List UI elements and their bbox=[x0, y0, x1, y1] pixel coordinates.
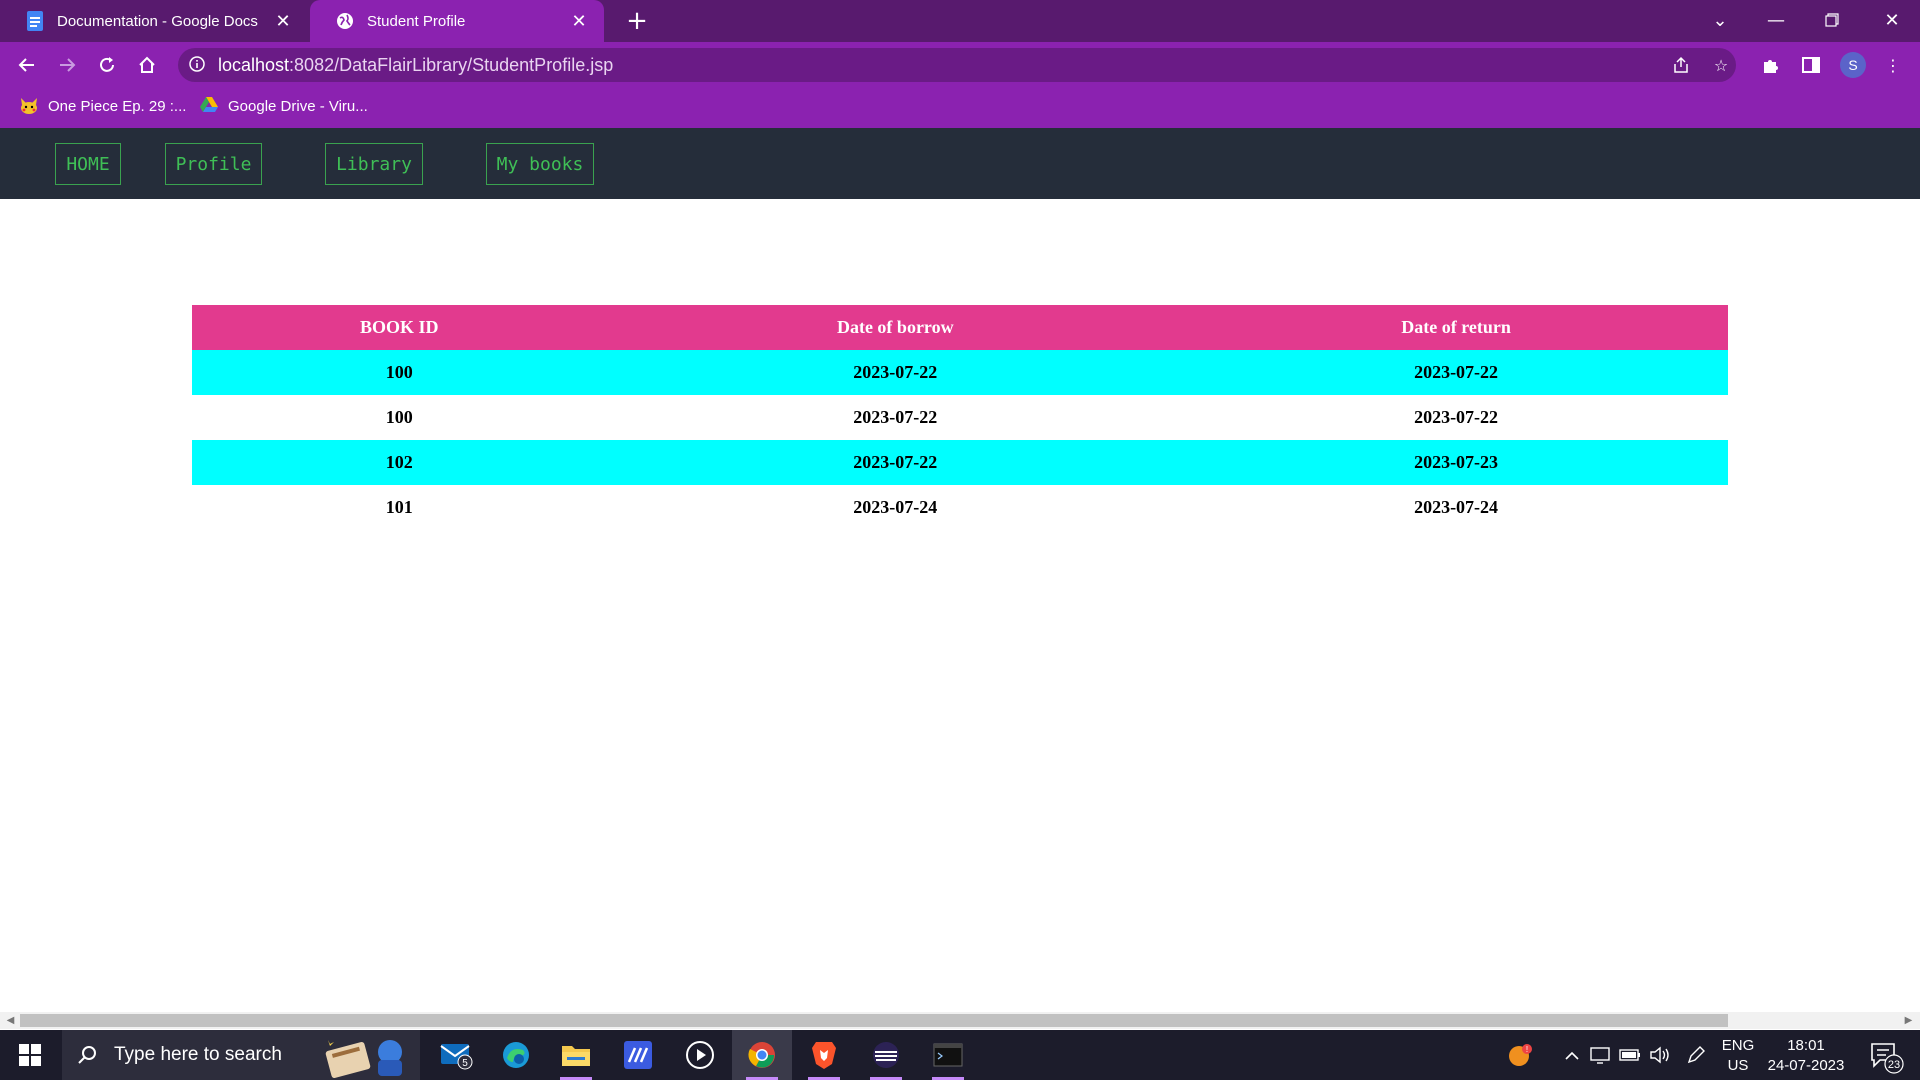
search-placeholder: Type here to search bbox=[114, 1044, 282, 1065]
cell-book-id: 102 bbox=[192, 440, 607, 485]
windows-taskbar: Type here to search 5 ! ENG US 18:01 24-… bbox=[0, 1030, 1920, 1080]
search-icon bbox=[76, 1044, 98, 1066]
nav-my-books-link[interactable]: My books bbox=[486, 143, 594, 185]
volume-icon[interactable] bbox=[1646, 1030, 1674, 1080]
cell-return-date: 2023-07-24 bbox=[1414, 497, 1499, 517]
cell-book-id: 101 bbox=[385, 497, 413, 517]
mail-app-icon[interactable]: 5 bbox=[426, 1030, 486, 1080]
share-icon[interactable] bbox=[1670, 54, 1692, 76]
pikachu-favicon-icon bbox=[20, 97, 38, 115]
menu-kebab-icon[interactable]: ⋮ bbox=[1878, 50, 1908, 80]
tab-title: Student Profile bbox=[367, 12, 466, 30]
clock-time: 18:01 bbox=[1787, 1037, 1825, 1054]
side-panel-icon[interactable] bbox=[1796, 50, 1826, 80]
mail-badge: 5 bbox=[462, 1058, 468, 1069]
header-book-id: BOOK ID bbox=[192, 305, 607, 350]
brave-browser-icon[interactable] bbox=[794, 1030, 854, 1080]
bookmark-label: One Piece Ep. 29 :... bbox=[48, 97, 187, 115]
taskbar-search-box[interactable]: Type here to search bbox=[62, 1030, 420, 1080]
notification-center-icon[interactable]: 23 bbox=[1866, 1036, 1906, 1076]
nav-library-link[interactable]: Library bbox=[325, 143, 423, 185]
battery-icon[interactable] bbox=[1616, 1030, 1644, 1080]
forward-arrow-icon[interactable] bbox=[52, 50, 82, 80]
borrowed-books-table: BOOK ID Date of borrow Date of return 10… bbox=[192, 305, 1728, 530]
language-code: ENG bbox=[1721, 1037, 1755, 1054]
cell-borrow-date: 2023-07-24 bbox=[853, 497, 938, 517]
site-info-icon[interactable] bbox=[188, 55, 206, 73]
tab-student-profile[interactable]: Student Profile ✕ bbox=[310, 0, 604, 42]
media-player-icon[interactable] bbox=[670, 1030, 730, 1080]
extensions-puzzle-icon[interactable] bbox=[1756, 50, 1786, 80]
tab-documentation[interactable]: Documentation - Google Docs ✕ bbox=[0, 0, 308, 42]
display-icon[interactable] bbox=[1586, 1030, 1614, 1080]
table-header-row: BOOK ID Date of borrow Date of return bbox=[192, 305, 1728, 350]
scrollbar-thumb[interactable] bbox=[20, 1014, 1728, 1027]
site-navbar: HOME Profile Library My books bbox=[0, 128, 1920, 199]
bookmark-one-piece[interactable]: One Piece Ep. 29 :... bbox=[20, 88, 186, 124]
region-code: US bbox=[1727, 1057, 1749, 1074]
header-date-of-return: Date of return bbox=[1184, 305, 1728, 350]
pen-icon[interactable] bbox=[1682, 1030, 1710, 1080]
system-clock[interactable]: 18:01 24-07-2023 bbox=[1766, 1036, 1846, 1076]
address-bar[interactable]: localhost:8082/DataFlairLibrary/StudentP… bbox=[178, 48, 1736, 82]
windows-start-icon[interactable] bbox=[0, 1030, 60, 1080]
nav-profile-link[interactable]: Profile bbox=[165, 143, 262, 185]
clock-date: 24-07-2023 bbox=[1767, 1057, 1845, 1074]
table-row: 100 2023-07-22 2023-07-22 bbox=[192, 395, 1728, 440]
cell-borrow-date: 2023-07-22 bbox=[606, 440, 1185, 485]
language-indicator[interactable]: ENG US bbox=[1718, 1036, 1758, 1076]
file-explorer-icon[interactable] bbox=[546, 1030, 606, 1080]
tab-search-chevron-icon[interactable]: ⌄ bbox=[1692, 0, 1748, 40]
close-icon[interactable]: ✕ bbox=[568, 10, 590, 32]
edge-browser-icon[interactable] bbox=[486, 1030, 546, 1080]
reload-icon[interactable] bbox=[92, 50, 122, 80]
cell-return-date: 2023-07-22 bbox=[1414, 407, 1499, 427]
svg-text:!: ! bbox=[1526, 1045, 1528, 1054]
tab-title: Documentation - Google Docs bbox=[57, 12, 258, 30]
notification-count: 23 bbox=[1888, 1059, 1900, 1071]
google-drive-icon bbox=[200, 97, 218, 115]
globe-icon bbox=[335, 11, 355, 31]
browser-toolbar: localhost:8082/DataFlairLibrary/StudentP… bbox=[0, 42, 1920, 88]
restore-icon[interactable] bbox=[1804, 0, 1860, 40]
horizontal-scrollbar[interactable]: ◀ ▶ bbox=[0, 1012, 1920, 1029]
cell-borrow-date: 2023-07-22 bbox=[606, 350, 1185, 395]
eclipse-ide-icon[interactable] bbox=[856, 1030, 916, 1080]
weather-icon[interactable]: ! bbox=[1500, 1030, 1540, 1080]
code-editor-app-icon[interactable] bbox=[608, 1030, 668, 1080]
close-window-icon[interactable]: ✕ bbox=[1864, 0, 1920, 40]
chrome-browser-icon[interactable] bbox=[732, 1030, 792, 1080]
browser-tab-bar: Documentation - Google Docs ✕ Student Pr… bbox=[0, 0, 1920, 42]
header-date-of-borrow: Date of borrow bbox=[606, 305, 1185, 350]
url-text[interactable]: localhost:8082/DataFlairLibrary/StudentP… bbox=[218, 48, 613, 82]
show-hidden-icons-chevron-icon[interactable] bbox=[1558, 1030, 1586, 1080]
close-icon[interactable]: ✕ bbox=[272, 10, 294, 32]
scroll-left-arrow-icon[interactable]: ◀ bbox=[2, 1012, 19, 1029]
back-arrow-icon[interactable] bbox=[12, 50, 42, 80]
search-highlight-illustration-icon bbox=[320, 1032, 416, 1083]
nav-home-link[interactable]: HOME bbox=[55, 143, 121, 185]
scroll-right-arrow-icon[interactable]: ▶ bbox=[1900, 1012, 1917, 1029]
bookmark-star-icon[interactable]: ☆ bbox=[1710, 54, 1732, 76]
cell-return-date: 2023-07-23 bbox=[1184, 440, 1728, 485]
profile-avatar[interactable]: S bbox=[1840, 52, 1866, 78]
new-tab-button[interactable]: + bbox=[624, 8, 650, 34]
bookmark-label: Google Drive - Viru... bbox=[228, 97, 368, 115]
table-row: 100 2023-07-22 2023-07-22 bbox=[192, 350, 1728, 395]
minimize-icon[interactable]: — bbox=[1748, 0, 1804, 40]
table-row: 102 2023-07-22 2023-07-23 bbox=[192, 440, 1728, 485]
table-row: 101 2023-07-24 2023-07-24 bbox=[192, 485, 1728, 530]
home-icon[interactable] bbox=[132, 50, 162, 80]
cell-borrow-date: 2023-07-22 bbox=[853, 407, 938, 427]
bookmark-google-drive[interactable]: Google Drive - Viru... bbox=[200, 88, 368, 124]
google-docs-icon bbox=[25, 11, 45, 31]
cell-return-date: 2023-07-22 bbox=[1184, 350, 1728, 395]
cell-book-id: 100 bbox=[192, 350, 607, 395]
cell-book-id: 100 bbox=[385, 407, 413, 427]
bookmarks-bar: One Piece Ep. 29 :... Google Drive - Vir… bbox=[0, 88, 1920, 128]
mysql-console-icon[interactable] bbox=[918, 1030, 978, 1080]
